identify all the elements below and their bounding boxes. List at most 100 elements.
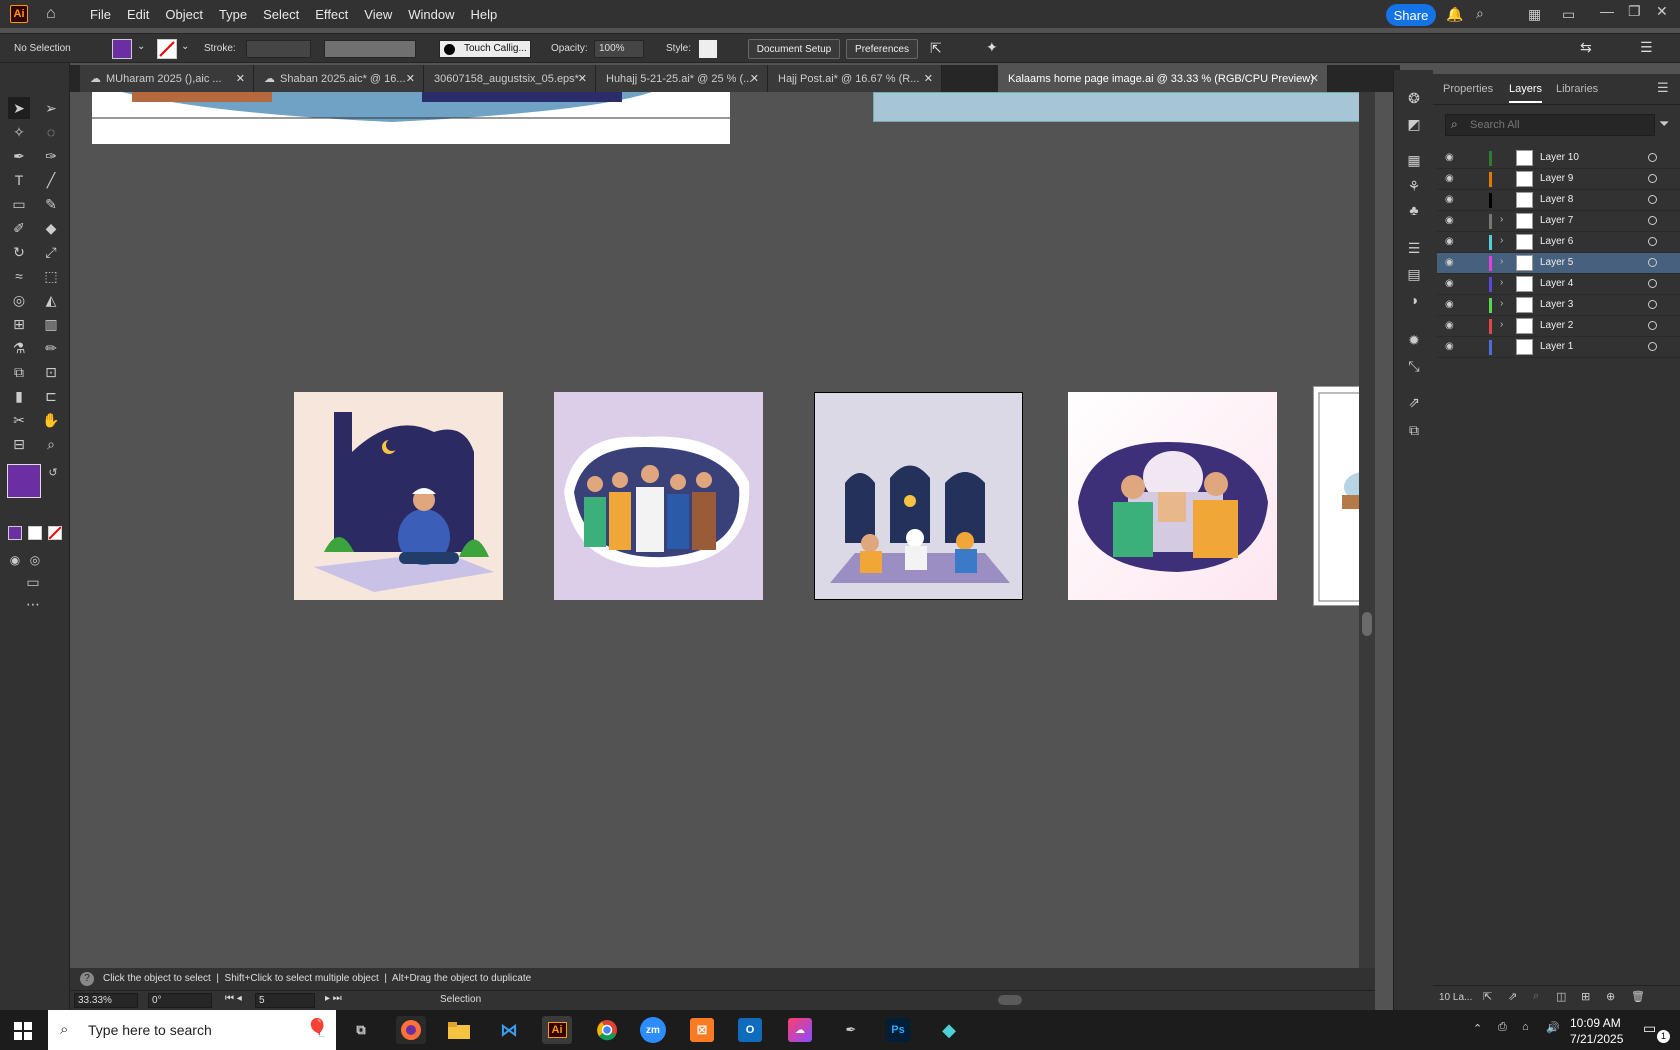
slice-tool-icon[interactable]: ✂ — [8, 409, 30, 431]
share-button[interactable]: Share — [1386, 4, 1436, 26]
target-circle-icon[interactable] — [1648, 195, 1657, 204]
arrange-documents-icon[interactable]: ⇆ — [1580, 39, 1592, 56]
layer-row[interactable]: ◉ Layer 8 — [1437, 190, 1680, 211]
export-icon[interactable]: ⇗ — [1404, 392, 1424, 412]
tab-hajj-post[interactable]: Hajj Post.ai* @ 16.67 % (R... ✕ — [768, 65, 942, 92]
target-circle-icon[interactable] — [1648, 216, 1657, 225]
visibility-eye-icon[interactable]: ◉ — [1445, 152, 1454, 163]
menu-file[interactable]: File — [82, 7, 119, 22]
chevron-up-icon[interactable]: ⌃ — [1473, 1022, 1482, 1035]
layer-row[interactable]: ◉ Layer 9 — [1437, 169, 1680, 190]
eraser-icon[interactable]: ◆ — [40, 217, 62, 239]
layer-name[interactable]: Layer 1 — [1540, 341, 1573, 352]
layer-row[interactable]: ◉ › Layer 4 — [1437, 274, 1680, 295]
network-alert-icon[interactable]: ⎙ — [1498, 1021, 1507, 1034]
align-icon[interactable]: ⇱ — [930, 40, 942, 57]
chevron-down-icon[interactable]: ⌄ — [137, 41, 145, 52]
gradient-panel-icon[interactable]: ▤ — [1404, 264, 1424, 284]
line-tool-icon[interactable]: ╱ — [40, 169, 62, 191]
volume-icon[interactable]: 🔊 — [1546, 1021, 1560, 1034]
illustrator-taskbar-icon[interactable]: Ai — [542, 1016, 572, 1044]
close-icon[interactable]: ✕ — [1310, 72, 1319, 85]
rotate-tool-icon[interactable]: ↻ — [8, 241, 30, 263]
artboard-crowd[interactable] — [554, 392, 763, 600]
visibility-eye-icon[interactable]: ◉ — [1445, 236, 1454, 247]
artboard-prayer[interactable] — [294, 392, 503, 600]
menu-type[interactable]: Type — [211, 7, 255, 22]
none-mode-icon[interactable] — [48, 526, 62, 540]
arrange-icon[interactable]: ▭ — [1562, 6, 1575, 23]
close-icon[interactable]: ✕ — [406, 72, 415, 85]
expand-chevron-icon[interactable]: › — [1500, 235, 1503, 246]
opacity-field[interactable]: 100% — [594, 40, 644, 58]
close-icon[interactable]: ✕ — [1656, 3, 1668, 20]
close-icon[interactable]: ✕ — [924, 72, 933, 85]
mesh-tool-icon[interactable]: ⊞ — [8, 313, 30, 335]
symbols-icon[interactable]: ♣ — [1404, 200, 1424, 220]
artboard-gift[interactable] — [1068, 392, 1277, 600]
home-icon[interactable]: ⌂ — [46, 4, 66, 24]
close-icon[interactable]: ✕ — [750, 72, 759, 85]
creative-cloud-icon[interactable]: ☁ — [788, 1018, 812, 1042]
appearance-icon[interactable]: ❂ — [1404, 88, 1424, 108]
menu-view[interactable]: View — [356, 7, 400, 22]
minimize-icon[interactable]: — — [1600, 3, 1614, 19]
shaper-tool-icon[interactable]: ✐ — [8, 217, 30, 239]
direct-selection-tool-icon[interactable]: ➢ — [40, 97, 62, 119]
more-tools-icon[interactable]: ⋯ — [22, 593, 44, 615]
style-swatch[interactable] — [699, 40, 717, 58]
document-setup-button[interactable]: Document Setup — [748, 39, 840, 59]
shape-builder-icon[interactable]: ◎ — [8, 289, 30, 311]
lasso-icon[interactable]: ◌ — [40, 121, 62, 143]
artboard-top-left[interactable] — [92, 92, 730, 144]
blend-tool-icon[interactable]: ⧉ — [8, 361, 30, 383]
pen-tool-icon[interactable]: ✒ — [8, 145, 30, 167]
target-circle-icon[interactable] — [1648, 279, 1657, 288]
close-icon[interactable]: ✕ — [236, 72, 245, 85]
curvature-tool-icon[interactable]: ✑ — [40, 145, 62, 167]
workspace-icon[interactable]: ▦ — [1528, 6, 1541, 23]
artboards-icon[interactable]: ⧉ — [1404, 420, 1424, 440]
perspective-grid-icon[interactable]: ◭ — [40, 289, 62, 311]
maximize-icon[interactable]: ❐ — [1628, 3, 1641, 20]
tab-layers[interactable]: Layers — [1509, 83, 1543, 103]
expand-chevron-icon[interactable]: › — [1500, 319, 1503, 330]
clock-time[interactable]: 10:09 AM — [1570, 1016, 1621, 1030]
search-icon[interactable]: ⌕ — [1476, 5, 1484, 22]
target-circle-icon[interactable] — [1648, 237, 1657, 246]
swatches-icon[interactable]: ▦ — [1404, 150, 1424, 170]
close-icon[interactable]: ✕ — [578, 72, 587, 85]
eyedropper-icon[interactable]: ⚗ — [8, 337, 30, 359]
stroke-weight-field[interactable] — [246, 40, 311, 58]
menu-select[interactable]: Select — [255, 7, 307, 22]
menu-effect[interactable]: Effect — [307, 7, 356, 22]
target-circle-icon[interactable] — [1648, 342, 1657, 351]
gradient-mode-icon[interactable] — [28, 526, 42, 540]
visibility-eye-icon[interactable]: ◉ — [1445, 215, 1454, 226]
brushes-icon[interactable]: ⚘ — [1404, 176, 1424, 196]
visibility-eye-icon[interactable]: ◉ — [1445, 320, 1454, 331]
wifi-icon[interactable]: ⌂ — [1522, 1021, 1529, 1033]
graph-tool-icon[interactable]: ▮ — [8, 385, 30, 407]
menu-object[interactable]: Object — [157, 7, 211, 22]
zoom-field[interactable]: 33.33% — [74, 993, 138, 1008]
scale-tool-icon[interactable]: ⤢ — [40, 241, 62, 263]
xampp-icon[interactable]: ⊠ — [690, 1018, 714, 1042]
layer-name[interactable]: Layer 10 — [1540, 152, 1579, 163]
windows-start-icon[interactable] — [14, 1022, 32, 1040]
target-circle-icon[interactable] — [1648, 174, 1657, 183]
visibility-eye-icon[interactable]: ◉ — [1445, 173, 1454, 184]
layer-name[interactable]: Layer 9 — [1540, 173, 1573, 184]
free-transform-icon[interactable]: ⬚ — [40, 265, 62, 287]
color-guide-icon[interactable]: ✹ — [1404, 330, 1424, 350]
new-layer-icon[interactable]: ⊕ — [1606, 990, 1615, 1003]
layer-name[interactable]: Layer 5 — [1540, 257, 1573, 268]
chrome-icon[interactable] — [592, 1016, 622, 1044]
artboard-top-right[interactable] — [873, 92, 1373, 122]
bell-icon[interactable]: 🔔 — [1446, 6, 1463, 23]
collect-export-icon[interactable]: ⇱ — [1483, 990, 1492, 1003]
artboard-tool-icon[interactable]: ⊏ — [40, 385, 62, 407]
rectangle-tool-icon[interactable]: ▭ — [8, 193, 30, 215]
expand-chevron-icon[interactable]: › — [1500, 214, 1503, 225]
tab-muharam[interactable]: ☁ MUharam 2025 (),aic ... ✕ — [80, 65, 254, 92]
